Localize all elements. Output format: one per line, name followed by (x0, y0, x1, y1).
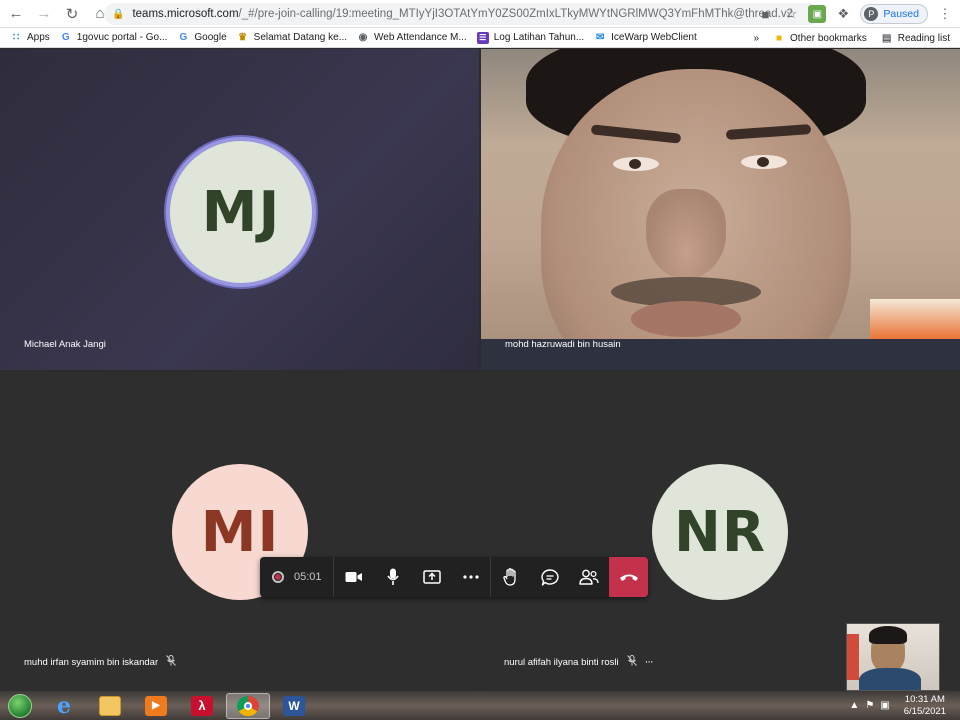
mic-off-icon (166, 655, 176, 669)
share-icon (422, 570, 441, 584)
bookmark-icewarp[interactable]: ✉ IceWarp WebClient (594, 32, 697, 44)
participant-name: Michael Anak Jangi (24, 339, 106, 350)
meeting-stage: MJ Michael Anak Jangi mohd hazruwadi bin… (0, 49, 960, 691)
extension-icon[interactable]: ▣ (808, 5, 827, 23)
word-icon: W (283, 695, 305, 716)
recording-indicator: 05:01 (260, 557, 334, 597)
chat-button[interactable] (530, 557, 569, 597)
microphone-icon (386, 568, 399, 585)
taskbar-file-explorer[interactable] (88, 693, 132, 719)
url-host: teams.microsoft.com (132, 8, 239, 20)
bookmark-1govuc[interactable]: G 1govuc portal - Go... (60, 32, 168, 44)
address-bar[interactable]: 🔒 teams.microsoft.com/_#/pre-join-callin… (104, 3, 820, 25)
google-icon: G (61, 32, 70, 43)
profile-button[interactable]: P Paused (860, 4, 928, 24)
participants-button[interactable] (569, 557, 608, 597)
share-screen-button[interactable] (412, 557, 451, 597)
raise-hand-icon (502, 568, 516, 586)
apps-grid-icon: ∷ (12, 32, 20, 43)
reading-list-icon: ▤ (882, 32, 892, 44)
forward-icon[interactable]: → (32, 2, 56, 26)
lock-icon: 🔒 (112, 8, 125, 20)
taskbar-media-player[interactable]: ▶ (134, 693, 178, 719)
participant-name: nurul afifah ilyana binti rosli ··· (504, 655, 654, 669)
windows-logo-icon (8, 693, 32, 718)
profile-status: Paused (883, 8, 919, 20)
browser-toolbar: ← → ↻ ⌂ 🔒 teams.microsoft.com/_#/pre-joi… (0, 0, 960, 28)
flag-icon[interactable]: ⚑ (865, 700, 874, 711)
bookmarks-bar: ∷ Apps G 1govuc portal - Go... G Google … (0, 28, 960, 48)
more-options-icon[interactable]: ··· (645, 656, 654, 668)
system-tray: ▲ ⚑ ▣ 10:31 AM 6/15/2021 (849, 691, 960, 720)
folder-icon (99, 695, 121, 716)
start-button[interactable] (0, 691, 40, 720)
bookmark-log-latihan[interactable]: ☰ Log Latihan Tahun... (476, 31, 584, 44)
bookmarks-overflow[interactable]: » (753, 33, 759, 44)
taskbar-internet-explorer[interactable]: e (42, 693, 86, 719)
participant-tile-mi[interactable]: MI muhd irfan syamim bin iskandar (0, 372, 479, 691)
show-hidden-icons[interactable]: ▲ (849, 700, 859, 711)
globe-icon: ◉ (358, 32, 368, 43)
mic-off-icon (626, 655, 637, 669)
microphone-button[interactable] (373, 557, 412, 597)
bookmark-google[interactable]: G Google (177, 32, 227, 44)
chrome-icon (237, 695, 259, 716)
network-icon[interactable]: ▣ (880, 700, 889, 711)
people-icon (578, 569, 599, 585)
kebab-menu-icon[interactable]: ⋮ (936, 5, 954, 23)
hang-up-icon (619, 574, 638, 581)
chat-icon (540, 568, 559, 586)
participant-tile-mj[interactable]: MJ Michael Anak Jangi (0, 49, 479, 370)
hang-up-button[interactable] (609, 557, 648, 597)
call-controls: 05:01 (260, 557, 648, 597)
reading-list[interactable]: ▤ Reading list (881, 32, 950, 44)
bookmark-selamat-datang[interactable]: ♛ Selamat Datang ke... (237, 32, 347, 44)
taskbar-chrome[interactable] (226, 692, 270, 719)
camera-icon (345, 572, 362, 582)
participant-avatar: NR (652, 464, 788, 600)
bookmark-apps[interactable]: ∷ Apps (10, 32, 50, 44)
call-timer: 05:01 (294, 571, 322, 583)
crest-icon: ♛ (238, 32, 248, 43)
camera-indicator-icon[interactable]: ■ (756, 5, 774, 23)
profile-avatar: P (864, 7, 879, 21)
windows-taskbar: e ▶ λ W ▲ ⚑ ▣ 10:31 AM 6/15/2021 (0, 691, 960, 720)
mail-icon: ✉ (595, 32, 605, 43)
url-path: /_#/pre-join-calling/19:meeting_MTIyYjI3… (238, 8, 793, 20)
clock-date: 6/15/2021 (903, 705, 946, 717)
record-icon (272, 571, 284, 583)
participant-avatar: MJ (166, 137, 316, 287)
reload-icon[interactable]: ↻ (60, 2, 84, 26)
participant-name: mohd hazruwadi bin husain (505, 339, 621, 350)
media-player-icon: ▶ (145, 695, 167, 716)
google-icon: G (179, 32, 188, 43)
participant-tile-video[interactable]: mohd hazruwadi bin husain (481, 49, 960, 370)
ellipsis-icon (462, 575, 479, 579)
acrobat-icon: λ (191, 695, 213, 716)
taskbar-word[interactable]: W (272, 693, 316, 719)
clock-time: 10:31 AM (904, 693, 945, 705)
bookmark-star-icon[interactable]: ☆ (782, 5, 800, 23)
folder-icon: ■ (776, 32, 783, 44)
participant-name: muhd irfan syamim bin iskandar (24, 655, 176, 669)
self-view-video[interactable] (846, 623, 940, 691)
extensions-puzzle-icon[interactable]: ❖ (834, 5, 852, 23)
taskbar-acrobat-reader[interactable]: λ (180, 693, 224, 719)
back-icon[interactable]: ← (4, 2, 28, 26)
form-icon: ☰ (476, 31, 489, 44)
internet-explorer-icon: e (57, 692, 71, 719)
system-clock[interactable]: 10:31 AM 6/15/2021 (904, 694, 946, 718)
more-actions-button[interactable] (451, 557, 490, 597)
other-bookmarks[interactable]: ■ Other bookmarks (773, 32, 867, 44)
bookmark-web-attendance[interactable]: ◉ Web Attendance M... (357, 32, 467, 44)
camera-button[interactable] (334, 557, 373, 597)
raise-hand-button[interactable] (491, 557, 530, 597)
